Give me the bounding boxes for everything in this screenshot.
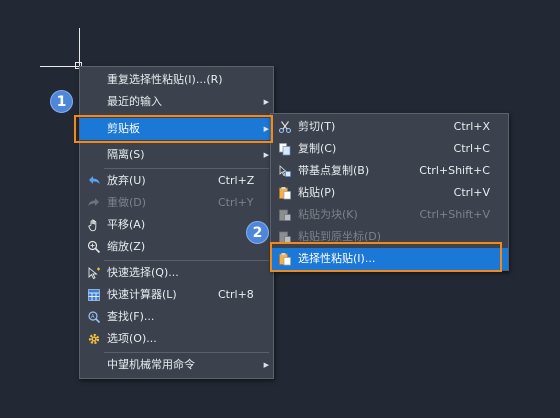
submenu-item-cut[interactable]: 剪切(T) Ctrl+X	[271, 116, 508, 138]
context-menu: 重复选择性粘贴(I)...(R) 最近的输入 ▶ 剪贴板 ▶ 隔离(S) ▶ 放…	[79, 66, 274, 379]
find-icon: A	[88, 311, 101, 324]
menu-item-label: 中望机械常用命令	[107, 358, 195, 371]
menu-separator	[104, 260, 269, 261]
menu-item-label: 隔离(S)	[107, 148, 145, 161]
redo-icon	[88, 198, 99, 206]
menu-item-label: 快速计算器(L)	[107, 288, 177, 301]
menu-item-label: 选项(O)...	[107, 332, 157, 345]
menu-item-quick-select[interactable]: 快速选择(Q)...	[80, 262, 273, 284]
menu-item-undo[interactable]: 放弃(U) Ctrl+Z	[80, 170, 273, 192]
svg-text:A: A	[91, 314, 95, 320]
menu-item-shortcut: Ctrl+8	[218, 288, 254, 301]
submenu-item-copy-with-basepoint[interactable]: 带基点复制(B) Ctrl+Shift+C	[271, 160, 508, 182]
menu-item-shortcut: Ctrl+Shift+V	[419, 208, 490, 221]
step-badge-1: 1	[50, 90, 73, 113]
menu-item-shortcut: Ctrl+Z	[218, 174, 255, 187]
menu-item-label: 缩放(Z)	[107, 240, 146, 253]
crosshair-cursor-horizontal	[40, 66, 80, 67]
menu-item-shortcut: Ctrl+C	[453, 142, 490, 155]
calculator-icon	[88, 289, 100, 301]
menu-item-zwmech-common-commands[interactable]: 中望机械常用命令 ▶	[80, 354, 273, 376]
scissors-icon	[278, 121, 292, 134]
menu-item-label: 重复选择性粘贴(I)...(R)	[107, 73, 223, 86]
menu-item-zoom[interactable]: 缩放(Z)	[80, 236, 273, 258]
menu-item-quick-calc[interactable]: 快速计算器(L) Ctrl+8	[80, 284, 273, 306]
menu-item-options[interactable]: 选项(O)...	[80, 328, 273, 350]
submenu-item-paste[interactable]: 粘贴(P) Ctrl+V	[271, 182, 508, 204]
submenu-item-paste-as-block[interactable]: 粘贴为块(K) Ctrl+Shift+V	[271, 204, 508, 226]
zoom-icon	[87, 240, 101, 254]
hand-pan-icon	[88, 219, 97, 232]
menu-separator	[104, 168, 269, 169]
menu-item-label: 粘贴(P)	[298, 186, 336, 199]
menu-item-find[interactable]: A 查找(F)...	[80, 306, 273, 328]
menu-item-label: 查找(F)...	[107, 310, 155, 323]
menu-item-label: 快速选择(Q)...	[107, 266, 179, 279]
quick-select-icon	[88, 267, 100, 280]
paste-block-icon	[279, 209, 291, 221]
menu-item-recent-input[interactable]: 最近的输入 ▶	[80, 91, 273, 113]
menu-item-shortcut: Ctrl+V	[453, 186, 490, 199]
submenu-arrow-icon: ▶	[263, 361, 269, 369]
menu-item-label: 复制(C)	[298, 142, 337, 155]
menu-item-redo[interactable]: 重做(D) Ctrl+Y	[80, 192, 273, 214]
copy-basepoint-icon	[279, 165, 291, 177]
menu-item-label: 粘贴为块(K)	[298, 208, 358, 221]
submenu-arrow-icon: ▶	[263, 151, 269, 159]
menu-item-pan[interactable]: 平移(A)	[80, 214, 273, 236]
highlight-box-clipboard	[74, 115, 273, 143]
submenu-arrow-icon: ▶	[263, 98, 269, 106]
menu-item-label: 放弃(U)	[107, 174, 146, 187]
menu-item-label: 最近的输入	[107, 95, 162, 108]
menu-separator	[104, 352, 269, 353]
menu-item-label: 平移(A)	[107, 218, 146, 231]
menu-item-label: 带基点复制(B)	[298, 164, 370, 177]
copy-icon	[279, 143, 291, 156]
menu-item-shortcut: Ctrl+X	[453, 120, 490, 133]
menu-item-repeat-paste-special[interactable]: 重复选择性粘贴(I)...(R)	[80, 69, 273, 91]
submenu-item-copy[interactable]: 复制(C) Ctrl+C	[271, 138, 508, 160]
menu-item-label: 剪切(T)	[298, 120, 336, 133]
menu-item-isolate[interactable]: 隔离(S) ▶	[80, 144, 273, 166]
menu-item-label: 重做(D)	[107, 196, 147, 209]
paste-icon	[279, 187, 291, 200]
undo-icon	[89, 176, 100, 184]
gear-icon	[88, 333, 100, 345]
menu-item-shortcut: Ctrl+Shift+C	[419, 164, 490, 177]
step-badge-2: 2	[246, 221, 269, 244]
menu-item-shortcut: Ctrl+Y	[218, 196, 254, 209]
highlight-box-paste-special	[270, 242, 502, 272]
